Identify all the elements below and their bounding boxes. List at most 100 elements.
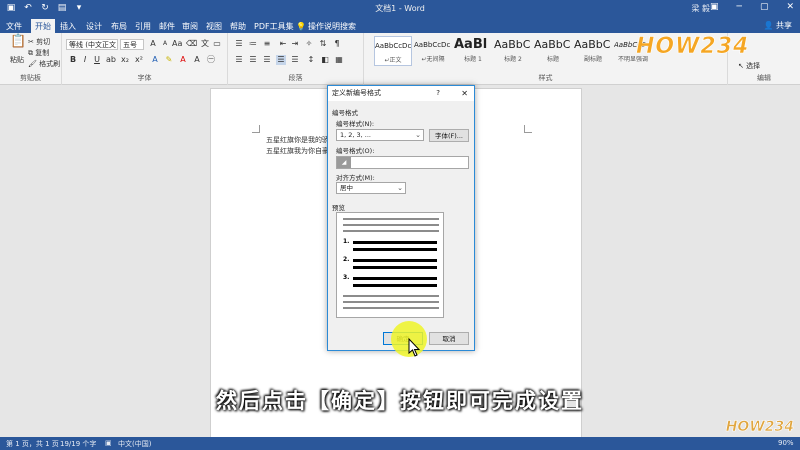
- tab-file[interactable]: 文件: [2, 19, 26, 33]
- restore-icon[interactable]: ▢: [760, 2, 769, 12]
- share-button[interactable]: 👤 共享: [763, 20, 792, 31]
- document-text-line[interactable]: 五星红旗我为你自豪: [266, 146, 329, 156]
- chinese-layout-icon[interactable]: ✧: [304, 39, 314, 49]
- tab-home[interactable]: 开始: [31, 19, 55, 33]
- enclose-characters-icon[interactable]: ㊀: [206, 55, 216, 65]
- style-name: ↵正文: [384, 57, 402, 64]
- style-heading-1[interactable]: AaBl 标题 1: [454, 36, 492, 66]
- paste-button[interactable]: 粘贴: [10, 55, 24, 65]
- bold-button[interactable]: B: [68, 55, 78, 65]
- style-name: 副标题: [583, 56, 602, 63]
- superscript-icon[interactable]: x²: [134, 55, 144, 65]
- font-group-label: 字体: [137, 74, 152, 82]
- clipboard-group: 📋 粘贴 ✂ 剪切 ⧉ 复制 🖌 格式刷 剪贴板: [0, 33, 62, 85]
- language[interactable]: 中文(中国): [118, 439, 151, 449]
- shrink-font-icon[interactable]: A: [160, 39, 170, 49]
- underline-button[interactable]: U: [92, 55, 102, 65]
- style-title[interactable]: AaBbC 标题: [534, 36, 572, 66]
- clear-format-icon[interactable]: ⌫: [186, 39, 197, 49]
- line-spacing-icon[interactable]: ↕: [306, 55, 316, 65]
- style-sample: AaBbCcDc: [375, 42, 411, 50]
- tab-pdf-tools[interactable]: PDF工具集: [250, 19, 298, 33]
- tab-design[interactable]: 设计: [82, 19, 106, 33]
- paste-icon[interactable]: 📋: [10, 35, 26, 53]
- align-right-icon[interactable]: ☰: [262, 55, 272, 65]
- style-heading-2[interactable]: AaBbC 标题 2: [494, 36, 532, 66]
- cursor-select-icon: ↖: [738, 62, 744, 70]
- style-no-spacing[interactable]: AaBbCcDc ↵无间隔: [414, 36, 452, 66]
- word-count[interactable]: 19/19 个字: [60, 439, 96, 449]
- decrease-indent-icon[interactable]: ⇤: [278, 39, 288, 49]
- highlight-color-icon[interactable]: ✎: [164, 55, 174, 65]
- strikethrough-icon[interactable]: ab: [106, 55, 116, 65]
- tab-review[interactable]: 审阅: [178, 19, 202, 33]
- format-painter-button[interactable]: 🖌 格式刷: [28, 59, 60, 69]
- italic-button[interactable]: I: [80, 55, 90, 65]
- preview-number: 1.: [343, 238, 350, 245]
- change-case-icon[interactable]: Aa: [172, 39, 182, 49]
- increase-indent-icon[interactable]: ⇥: [290, 39, 300, 49]
- cancel-button[interactable]: 取消: [429, 332, 469, 345]
- tab-view[interactable]: 视图: [202, 19, 226, 33]
- shading-icon[interactable]: ◧: [320, 55, 330, 65]
- style-sample: AaBbC: [534, 38, 571, 51]
- style-subtitle[interactable]: AaBbC 副标题: [574, 36, 612, 66]
- distributed-icon[interactable]: ☰: [290, 55, 300, 65]
- preview-line: [353, 284, 437, 287]
- minimize-icon[interactable]: ─: [737, 2, 742, 12]
- zoom-level[interactable]: 90%: [778, 439, 794, 447]
- bullets-icon[interactable]: ☰: [234, 39, 244, 49]
- font-button[interactable]: 字体(F)...: [429, 129, 469, 142]
- borders-icon[interactable]: ▦: [334, 55, 344, 65]
- user-name[interactable]: 梁 毅: [691, 3, 710, 14]
- tab-help[interactable]: 帮助: [226, 19, 250, 33]
- close-icon[interactable]: ✕: [461, 86, 468, 101]
- sort-icon[interactable]: ⇅: [318, 39, 328, 49]
- alignment-value: 居中: [340, 184, 353, 192]
- font-name-select[interactable]: 等线 (中文正文: [66, 39, 118, 50]
- chevron-down-icon: ⌄: [397, 184, 403, 192]
- person-icon: 👤: [763, 21, 774, 30]
- style-normal[interactable]: AaBbCcDc ↵正文: [374, 36, 412, 66]
- help-icon[interactable]: ?: [436, 86, 440, 101]
- preview-line: [343, 218, 439, 220]
- tell-me-search[interactable]: 操作说明搜索: [304, 19, 360, 33]
- phonetic-guide-icon[interactable]: 文: [200, 39, 210, 49]
- page-count[interactable]: 第 1 页，共 1 页: [6, 439, 59, 449]
- subscript-icon[interactable]: x₂: [120, 55, 130, 65]
- align-center-icon[interactable]: ☰: [248, 55, 258, 65]
- preview-line: [353, 259, 437, 262]
- document-title: 文档1 - Word: [375, 4, 425, 13]
- preview-line: [353, 241, 437, 244]
- share-label: 共享: [776, 21, 792, 30]
- style-name: ↵无间隔: [421, 56, 445, 63]
- tab-layout[interactable]: 布局: [107, 19, 131, 33]
- cut-button[interactable]: ✂ 剪切: [28, 37, 50, 47]
- tab-mailings[interactable]: 邮件: [155, 19, 179, 33]
- show-marks-icon[interactable]: ¶: [332, 39, 342, 49]
- text-effects-icon[interactable]: A: [150, 55, 160, 65]
- multilevel-list-icon[interactable]: ≡: [262, 39, 272, 49]
- number-style-select[interactable]: 1, 2, 3, ... ⌄: [336, 129, 424, 141]
- font-color-icon[interactable]: A: [178, 55, 188, 65]
- justify-icon[interactable]: ☰: [276, 55, 286, 65]
- copy-icon: ⧉: [28, 49, 33, 57]
- tab-references[interactable]: 引用: [131, 19, 155, 33]
- style-sample: AaBbCcDc: [414, 41, 451, 49]
- grow-font-icon[interactable]: A: [148, 39, 158, 49]
- alignment-select[interactable]: 居中 ⌄: [336, 182, 406, 194]
- align-left-icon[interactable]: ☰: [234, 55, 244, 65]
- copy-button[interactable]: ⧉ 复制: [28, 48, 49, 58]
- font-size-select[interactable]: 五号: [120, 39, 144, 50]
- style-name: 标题 2: [504, 56, 522, 63]
- close-window-icon[interactable]: ✕: [786, 2, 794, 12]
- number-format-input[interactable]: ◢: [336, 156, 469, 169]
- select-button[interactable]: ↖ 选择: [738, 61, 760, 71]
- proofing-icon[interactable]: ▣: [105, 439, 112, 447]
- character-shading-icon[interactable]: A: [192, 55, 202, 65]
- ribbon-display-icon[interactable]: ▣: [710, 2, 719, 12]
- numbering-icon[interactable]: ≔: [248, 39, 258, 49]
- tab-insert[interactable]: 插入: [56, 19, 80, 33]
- character-border-icon[interactable]: ▭: [212, 39, 222, 49]
- document-text-line[interactable]: 五星红旗你是我的骄傲: [266, 135, 336, 145]
